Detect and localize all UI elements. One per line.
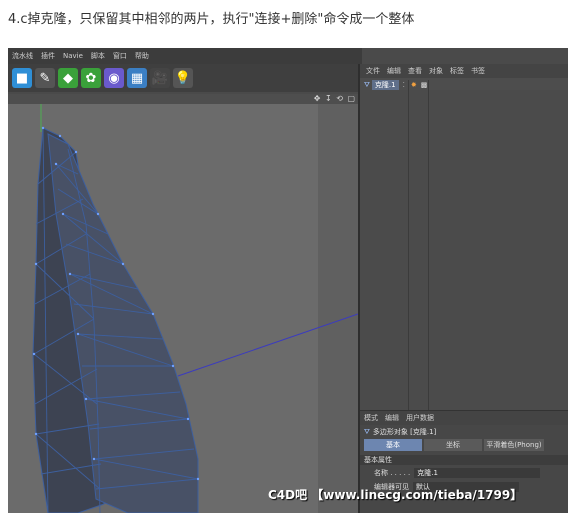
- object-name[interactable]: 克隆.1: [371, 80, 399, 90]
- visibility-dots-icon[interactable]: ⁚: [403, 81, 405, 89]
- light-icon[interactable]: 💡: [173, 68, 193, 88]
- attr-menu-edit[interactable]: 编辑: [385, 413, 399, 423]
- column-separator: [428, 80, 429, 410]
- menu-window[interactable]: 窗口: [113, 51, 127, 61]
- polygon-object-icon: ⛛: [364, 80, 370, 89]
- name-row: 名称 . . . . . 克隆.1: [360, 467, 568, 479]
- tab-phong[interactable]: 平滑着色(Phong): [484, 439, 544, 451]
- attr-menu-userdata[interactable]: 用户数据: [406, 413, 434, 423]
- watermark-text: C4D吧 【www.linecg.com/tieba/1799】: [268, 488, 523, 502]
- om-menu-file[interactable]: 文件: [366, 66, 380, 76]
- attribute-menu: 模式 编辑 用户数据: [360, 411, 568, 425]
- 3d-viewport[interactable]: [8, 104, 358, 513]
- om-menu-bookmarks[interactable]: 书签: [471, 66, 485, 76]
- subdivision-icon[interactable]: ◆: [58, 68, 78, 88]
- c4d-window: 流水线 插件 Navie 脚本 窗口 帮助 ■ ✎ ◆ ✿ ◉ ▦ 🎥 💡 ✥ …: [8, 48, 568, 513]
- pen-icon[interactable]: ✎: [35, 68, 55, 88]
- cube-icon[interactable]: ■: [12, 68, 32, 88]
- object-row[interactable]: ⛛ 克隆.1 ⁚ ✸ ▩: [360, 80, 568, 90]
- viewport-nav-icons[interactable]: ✥ ↧ ⟲ ▢: [314, 94, 356, 103]
- om-menu-tags[interactable]: 标签: [450, 66, 464, 76]
- tag-icon[interactable]: ✸: [411, 81, 417, 89]
- attr-menu-mode[interactable]: 模式: [364, 413, 378, 423]
- object-manager-menu: 文件 编辑 查看 对象 标签 书签: [360, 64, 568, 78]
- attribute-title: ⛛ 多边形对象 [克隆.1]: [360, 425, 568, 439]
- instruction-caption: 4.c掉克隆，只保留其中相邻的两片，执行"连接+删除"命令成一个整体: [8, 12, 415, 27]
- om-menu-edit[interactable]: 编辑: [387, 66, 401, 76]
- floor-icon[interactable]: ▦: [127, 68, 147, 88]
- menu-navie[interactable]: Navie: [63, 52, 83, 60]
- menu-script[interactable]: 脚本: [91, 51, 105, 61]
- polygon-object-icon: ⛛: [364, 427, 370, 436]
- object-list-area[interactable]: [360, 90, 568, 410]
- viewport-canvas: [32, 104, 358, 513]
- section-basic-properties: 基本属性: [360, 455, 568, 465]
- viewport-shade: [318, 104, 358, 513]
- menu-pipeline[interactable]: 流水线: [12, 51, 33, 61]
- viewport-header: ✥ ↧ ⟲ ▢: [8, 94, 358, 104]
- attribute-tab-buttons: 基本 坐标 平滑着色(Phong): [360, 439, 568, 451]
- name-field[interactable]: 克隆.1: [414, 468, 541, 478]
- tab-basic[interactable]: 基本: [364, 439, 422, 451]
- main-toolbar: ■ ✎ ◆ ✿ ◉ ▦ 🎥 💡: [8, 64, 362, 92]
- menu-plugins[interactable]: 插件: [41, 51, 55, 61]
- right-panel: 文件 编辑 查看 对象 标签 书签 ⛛ 克隆.1 ⁚ ✸ ▩ 模式 编辑 用户数…: [360, 64, 568, 513]
- camera-icon[interactable]: 🎥: [150, 68, 170, 88]
- name-label: 名称 . . . . .: [374, 469, 411, 477]
- attribute-title-text: 多边形对象 [克隆.1]: [372, 428, 437, 436]
- array-icon[interactable]: ✿: [81, 68, 101, 88]
- tab-coordinates[interactable]: 坐标: [424, 439, 482, 451]
- checker-tag-icon[interactable]: ▩: [421, 81, 428, 89]
- om-menu-object[interactable]: 对象: [429, 66, 443, 76]
- deformer-icon[interactable]: ◉: [104, 68, 124, 88]
- om-menu-view[interactable]: 查看: [408, 66, 422, 76]
- menu-help[interactable]: 帮助: [135, 51, 149, 61]
- column-separator: [408, 80, 409, 410]
- menu-bar: 流水线 插件 Navie 脚本 窗口 帮助: [8, 48, 362, 64]
